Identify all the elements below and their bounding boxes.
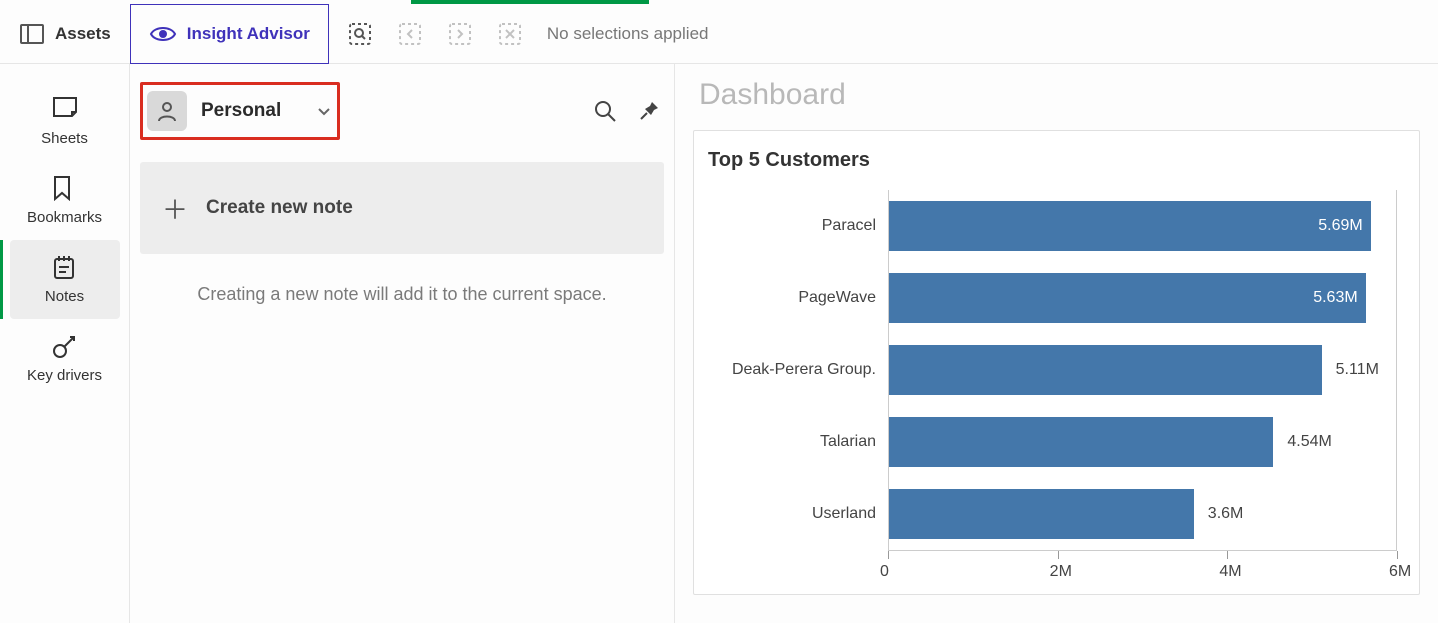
sidebar-label: Bookmarks (27, 209, 102, 226)
accent-strip (411, 0, 649, 4)
bar-row[interactable]: 4.54M (889, 406, 1397, 478)
eye-icon (149, 24, 177, 44)
sidebar-label: Key drivers (27, 367, 102, 384)
dashboard-panel: Dashboard Top 5 Customers ParacelPageWav… (675, 64, 1438, 623)
left-sidebar: Sheets Bookmarks Notes Key drivers (0, 64, 130, 623)
notes-hint: Creating a new note will add it to the c… (140, 284, 664, 305)
notes-icon (52, 254, 78, 280)
person-icon (147, 91, 187, 131)
y-axis-label: Deak-Perera Group. (708, 334, 888, 406)
bar-row[interactable]: 5.63M (889, 262, 1397, 334)
dashboard-title: Dashboard (699, 78, 1420, 112)
bar-row[interactable]: 5.69M (889, 190, 1397, 262)
bar-value-label: 5.63M (1313, 289, 1357, 307)
create-note-button[interactable]: ＋ Create new note (140, 162, 664, 254)
insight-label: Insight Advisor (187, 24, 310, 44)
bar-value-label: 3.6M (1208, 505, 1244, 523)
clear-selections-icon (497, 21, 523, 47)
chevron-down-icon (317, 106, 331, 116)
selection-tools (347, 21, 523, 47)
create-note-label: Create new note (206, 197, 353, 219)
assets-label: Assets (55, 24, 111, 44)
key-drivers-icon (52, 333, 78, 359)
plus-icon: ＋ (162, 190, 188, 227)
sidebar-item-key-drivers[interactable]: Key drivers (10, 319, 120, 398)
y-axis-label: Userland (708, 478, 888, 550)
bar[interactable]: 5.63M (889, 273, 1366, 323)
x-tick: 2M (1058, 551, 1228, 590)
top-toolbar: Assets Insight Advisor No selections app… (0, 0, 1438, 64)
bar-value-label: 5.11M (1336, 361, 1379, 379)
bar[interactable] (889, 417, 1273, 467)
x-tick: 4M (1227, 551, 1397, 590)
selections-status: No selections applied (547, 24, 709, 44)
bar-value-label: 4.54M (1287, 433, 1331, 451)
search-icon[interactable] (590, 96, 620, 126)
x-axis: 02M4M6M (888, 550, 1397, 590)
bar-row[interactable]: 3.6M (889, 478, 1397, 550)
chart-card: Top 5 Customers ParacelPageWaveDeak-Pere… (693, 130, 1420, 595)
bar-value-label: 5.69M (1318, 217, 1362, 235)
space-name: Personal (201, 100, 281, 122)
sheet-icon (52, 96, 78, 122)
notes-panel: Personal ＋ Create new note Creating a ne… (130, 64, 675, 623)
y-axis-label: PageWave (708, 262, 888, 334)
y-axis-label: Paracel (708, 190, 888, 262)
bookmark-icon (52, 175, 78, 201)
bar[interactable] (889, 489, 1194, 539)
smart-search-icon[interactable] (347, 21, 373, 47)
pin-icon[interactable] (634, 96, 664, 126)
x-tick: 0 (888, 551, 1058, 590)
insight-advisor-button[interactable]: Insight Advisor (130, 4, 329, 64)
sidebar-label: Sheets (41, 130, 88, 147)
step-back-icon (397, 21, 423, 47)
sidebar-item-sheets[interactable]: Sheets (10, 82, 120, 161)
bar-row[interactable]: 5.11M (889, 334, 1397, 406)
sidebar-label: Notes (45, 288, 84, 305)
step-forward-icon (447, 21, 473, 47)
chart-title: Top 5 Customers (708, 149, 1397, 172)
sidebar-item-bookmarks[interactable]: Bookmarks (10, 161, 120, 240)
sidebar-item-notes[interactable]: Notes (10, 240, 120, 319)
panel-icon (19, 21, 45, 47)
chart-plot-area: ParacelPageWaveDeak-Perera Group.Talaria… (708, 190, 1397, 550)
bar[interactable] (889, 345, 1322, 395)
space-selector[interactable]: Personal (140, 82, 340, 140)
bar[interactable]: 5.69M (889, 201, 1371, 251)
assets-button[interactable]: Assets (0, 4, 130, 64)
y-axis-label: Talarian (708, 406, 888, 478)
